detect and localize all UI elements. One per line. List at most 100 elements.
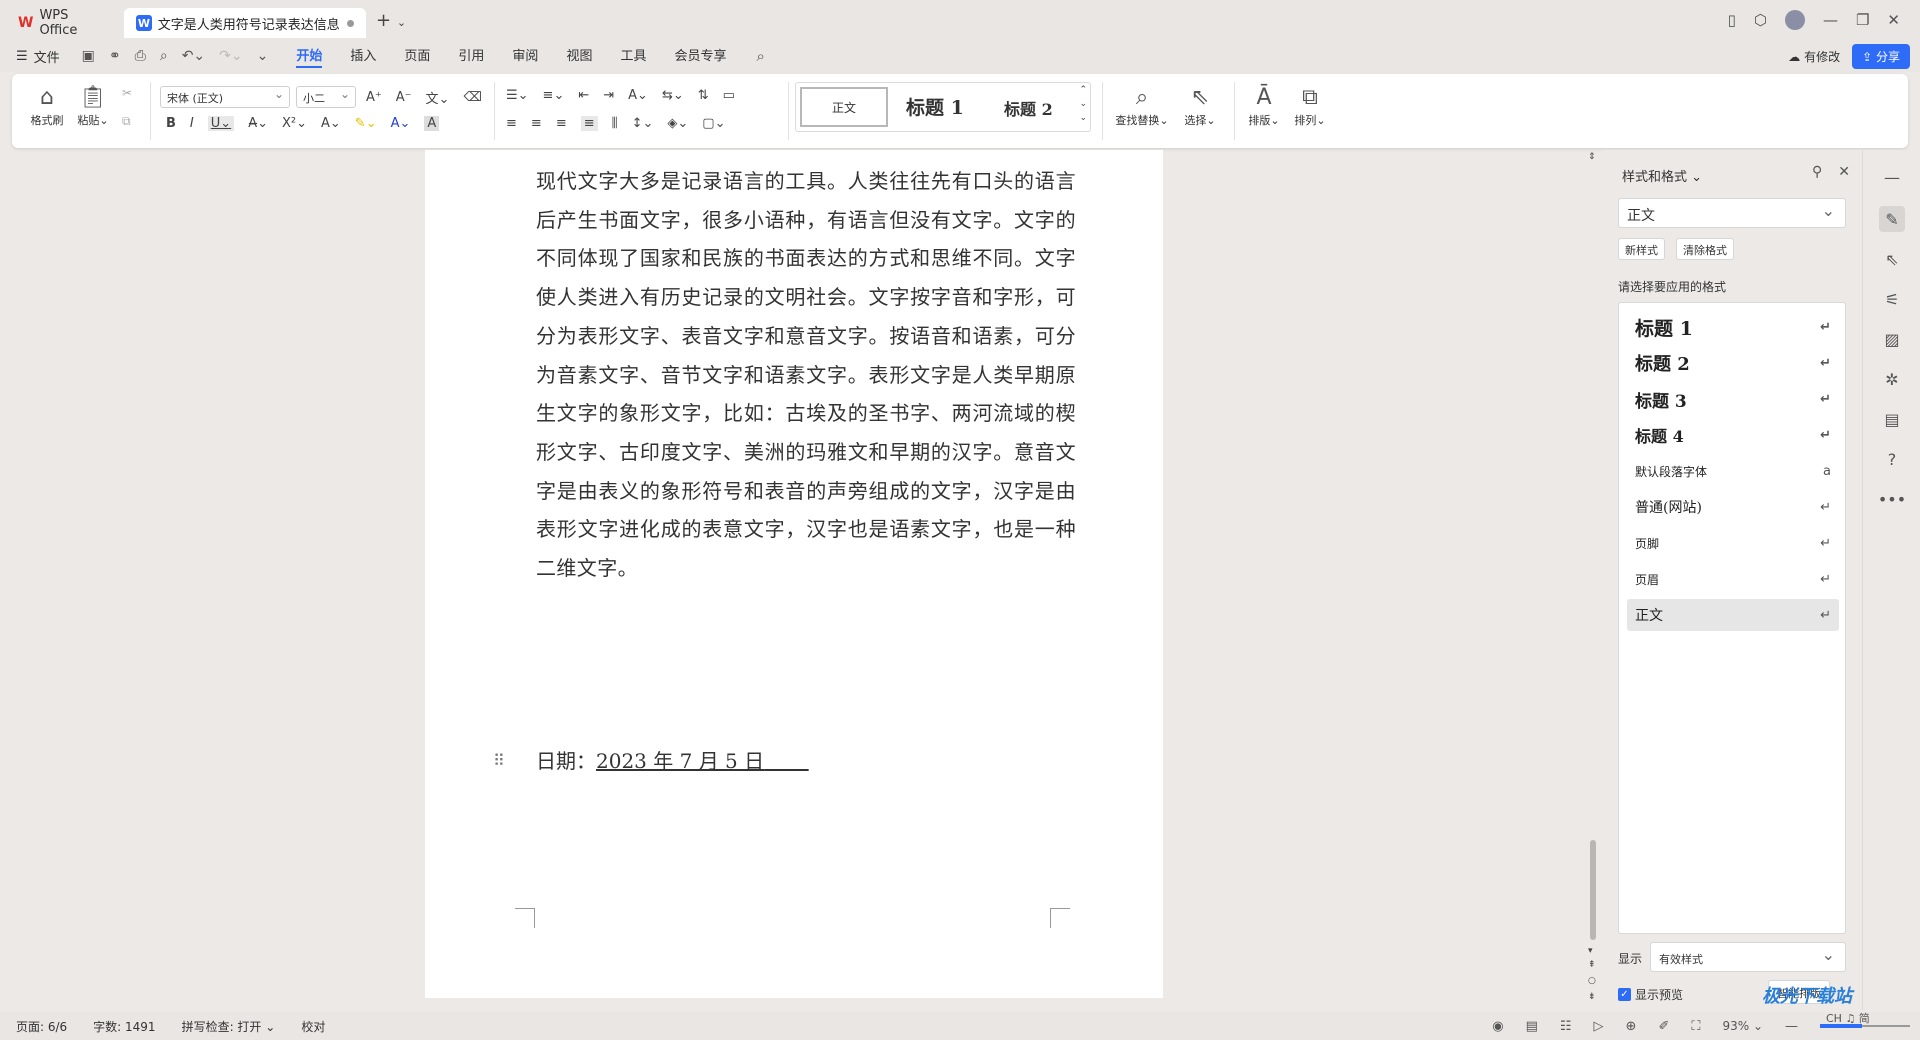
close-window-button[interactable]: ✕: [1887, 11, 1900, 29]
print-preview-icon[interactable]: ⌕: [160, 48, 168, 64]
scrollbar-thumb[interactable]: [1590, 840, 1596, 940]
distribute-icon[interactable]: ⫼: [612, 116, 618, 131]
cut-icon[interactable]: ✂: [122, 86, 132, 100]
menu-page[interactable]: 页面: [404, 45, 430, 68]
increase-indent-icon[interactable]: ⇥: [603, 88, 614, 103]
style-item-normal-web[interactable]: 普通(网站) ↵: [1627, 491, 1839, 523]
gallery-more-icon[interactable]: ⌄: [1079, 113, 1087, 123]
web-view-icon[interactable]: ⊕: [1626, 1019, 1637, 1034]
split-handle-icon[interactable]: ⇕: [1588, 152, 1596, 162]
line-break-icon[interactable]: ⇆⌄: [662, 88, 684, 103]
menu-insert[interactable]: 插入: [350, 45, 376, 68]
date-line[interactable]: 日期：2023 年 7 月 5 日: [536, 745, 809, 774]
next-page-icon[interactable]: ⇟: [1588, 992, 1596, 1002]
menu-home[interactable]: 开始: [296, 45, 323, 68]
zoom-out-icon[interactable]: —: [1785, 1019, 1798, 1034]
select-button[interactable]: ⇖ 选择⌄: [1180, 84, 1220, 128]
underline-icon[interactable]: U⌄: [207, 116, 235, 131]
shading-icon[interactable]: ◈⌄: [667, 116, 688, 131]
adjust-sliders-icon[interactable]: ⚟: [1879, 286, 1905, 312]
sort-icon[interactable]: ⇅: [698, 88, 709, 103]
unsaved-dot-icon[interactable]: [347, 19, 354, 27]
phonetic-icon[interactable]: 文⌄: [426, 88, 450, 107]
text-direction-icon[interactable]: A⌄: [628, 88, 648, 103]
redo-icon[interactable]: ↷⌄: [219, 48, 242, 64]
style-item-heading-2[interactable]: 标题 2 ↵: [1627, 347, 1839, 379]
tab-document[interactable]: W 文字是人类用符号记录表达信息以: [124, 8, 366, 38]
font-name-select[interactable]: 宋体 (正文): [160, 86, 290, 108]
style-item-default-font[interactable]: 默认段落字体 a: [1627, 455, 1839, 487]
prev-page-icon[interactable]: ⇞: [1588, 960, 1596, 970]
search-icon[interactable]: ⌕: [756, 47, 764, 65]
format-painter-button[interactable]: ⌂ 格式刷: [26, 84, 68, 128]
paste-button[interactable]: 📋︎ 粘贴⌄: [72, 84, 114, 128]
new-tab-button[interactable]: + ⌄: [376, 10, 406, 31]
menu-references[interactable]: 引用: [458, 45, 484, 68]
superscript-icon[interactable]: X²⌄: [282, 116, 307, 131]
cube-icon[interactable]: ⬡: [1754, 11, 1767, 29]
document-page[interactable]: 现代文字大多是记录语言的工具。人类往往先有口头的语言后产生书面文字，很多小语种，…: [425, 150, 1163, 998]
save-icon[interactable]: ▣: [82, 48, 95, 64]
minimize-button[interactable]: —: [1823, 11, 1838, 29]
layout-button[interactable]: Ā 排版⌄: [1244, 84, 1284, 128]
align-right-icon[interactable]: ≡: [556, 116, 567, 131]
gallery-up-icon[interactable]: ⌃: [1079, 85, 1087, 95]
style-heading-2[interactable]: 标题 2: [1004, 96, 1053, 120]
changes-indicator[interactable]: ☁ 有修改: [1788, 48, 1840, 65]
avatar[interactable]: [1784, 10, 1805, 30]
font-size-select[interactable]: 小二: [296, 86, 356, 108]
word-count[interactable]: 字数: 1491: [93, 1018, 155, 1035]
borders-icon[interactable]: ▢⌄: [702, 116, 725, 131]
style-item-heading-4[interactable]: 标题 4 ↵: [1627, 419, 1839, 451]
strikethrough-icon[interactable]: A̶⌄: [248, 116, 268, 131]
style-normal[interactable]: 正文: [800, 87, 888, 127]
style-item-header[interactable]: 页眉 ↵: [1627, 563, 1839, 595]
zoom-level[interactable]: 93% ⌄: [1722, 1019, 1763, 1033]
find-replace-button[interactable]: ⌕ 查找替换⌄: [1112, 84, 1172, 128]
image-edit-icon[interactable]: ▨: [1879, 326, 1905, 352]
bold-icon[interactable]: B: [166, 116, 176, 131]
sidebar-collapse-icon[interactable]: —: [1879, 164, 1905, 190]
vertical-scrollbar[interactable]: ⇕ ▾ ⇞ ○ ⇟: [1586, 150, 1600, 1010]
align-center-icon[interactable]: ≡: [531, 116, 542, 131]
menu-tools[interactable]: 工具: [620, 45, 646, 68]
paragraph-drag-handle-icon[interactable]: ⠿: [493, 751, 505, 770]
bullet-list-icon[interactable]: ☰⌄: [506, 88, 529, 103]
pane-close-icon[interactable]: ✕: [1838, 164, 1850, 180]
browse-object-icon[interactable]: ○: [1588, 976, 1596, 986]
more-icon[interactable]: •••: [1878, 486, 1906, 512]
play-icon[interactable]: ▷: [1594, 1019, 1604, 1034]
scroll-down-icon[interactable]: ▾: [1588, 946, 1593, 956]
style-pen-icon[interactable]: ✎: [1879, 206, 1905, 232]
numbered-list-icon[interactable]: ≡⌄: [543, 88, 565, 103]
align-left-icon[interactable]: ≡: [506, 116, 517, 131]
pane-title[interactable]: 样式和格式 ⌄: [1622, 166, 1702, 185]
justify-icon[interactable]: ≡: [580, 116, 598, 131]
proofread-button[interactable]: 校对: [301, 1018, 325, 1035]
menu-review[interactable]: 审阅: [512, 45, 538, 68]
style-item-heading-3[interactable]: 标题 3 ↵: [1627, 383, 1839, 415]
file-menu[interactable]: ☰ 文件: [16, 47, 60, 66]
tools-icon[interactable]: ✲: [1879, 366, 1905, 392]
eye-protection-icon[interactable]: ◉: [1492, 1019, 1503, 1034]
select-pointer-icon[interactable]: ⇖: [1879, 246, 1905, 272]
copy-icon[interactable]: ⧉: [122, 114, 131, 129]
show-filter-select[interactable]: 有效样式: [1650, 942, 1846, 972]
decrease-indent-icon[interactable]: ⇤: [578, 88, 589, 103]
pen-icon[interactable]: ✐: [1658, 1019, 1669, 1034]
clear-format-icon[interactable]: ⌫: [463, 90, 481, 105]
new-style-button[interactable]: 新样式: [1618, 238, 1665, 260]
page-view-icon[interactable]: ▤: [1526, 1019, 1538, 1034]
tab-wps-office[interactable]: W WPS Office: [6, 8, 120, 38]
arrange-button[interactable]: ⧉ 排列⌄: [1290, 84, 1330, 128]
style-item-heading-1[interactable]: 标题 1 ↵: [1627, 311, 1839, 343]
undo-icon[interactable]: ↶⌄: [182, 48, 205, 64]
style-heading-1[interactable]: 标题 1: [906, 93, 964, 120]
char-shading-icon[interactable]: A: [424, 116, 440, 131]
sidebar-toggle-icon[interactable]: ▯: [1728, 11, 1736, 29]
document-body-text[interactable]: 现代文字大多是记录语言的工具。人类往往先有口头的语言后产生书面文字，很多小语种，…: [536, 162, 1076, 588]
link-icon[interactable]: ⚭: [109, 48, 121, 64]
page-count[interactable]: 页面: 6/6: [16, 1018, 67, 1035]
highlight-icon[interactable]: ✎⌄: [355, 116, 377, 131]
line-spacing-icon[interactable]: ↕⌄: [632, 116, 654, 131]
